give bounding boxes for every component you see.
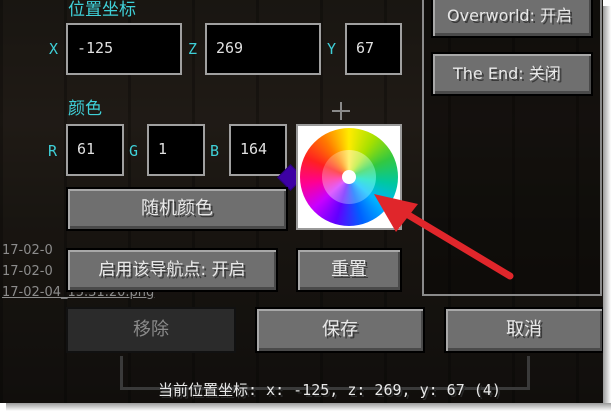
current-position-status: 当前位置坐标: x: -125, z: 269, y: 67 (4) [158,381,501,399]
y-coordinate-input[interactable]: 67 [345,23,402,75]
dimension-the-end-toggle[interactable]: The End: 关闭 [431,52,593,96]
crosshair-icon [332,102,350,120]
z-coordinate-input[interactable]: 269 [205,23,321,75]
z-axis-label: Z [188,40,198,58]
enable-waypoint-toggle[interactable]: 启用该导航点: 开启 [66,248,278,292]
window-shadow-right [603,6,611,411]
cancel-button[interactable]: 取消 [444,307,603,353]
window-shadow-bottom [6,403,611,411]
x-coordinate-input[interactable]: -125 [66,23,182,75]
annotation-arrow-icon [374,194,514,280]
position-section-title: 位置坐标 [68,0,136,20]
remove-button[interactable]: 移除 [66,307,236,353]
green-value-input[interactable]: 1 [147,124,205,176]
r-channel-label: R [48,142,58,160]
random-color-button[interactable]: 随机颜色 [66,187,288,231]
x-axis-label: X [49,40,59,58]
dimension-overworld-toggle[interactable]: Overworld: 开启 [431,0,593,38]
background-file-label: 17-02-0 [2,264,53,279]
game-screen: 17-02-0 17-02-0 17-02-04_15.31.20.png 位置… [0,0,603,403]
color-section-title: 颜色 [68,99,102,119]
red-value-input[interactable]: 61 [66,124,124,176]
save-button[interactable]: 保存 [255,307,425,353]
blue-value-input[interactable]: 164 [229,124,287,176]
g-channel-label: G [129,142,139,160]
b-channel-label: B [210,142,220,160]
background-file-label: 17-02-0 [2,243,53,258]
y-axis-label: Y [327,40,337,58]
